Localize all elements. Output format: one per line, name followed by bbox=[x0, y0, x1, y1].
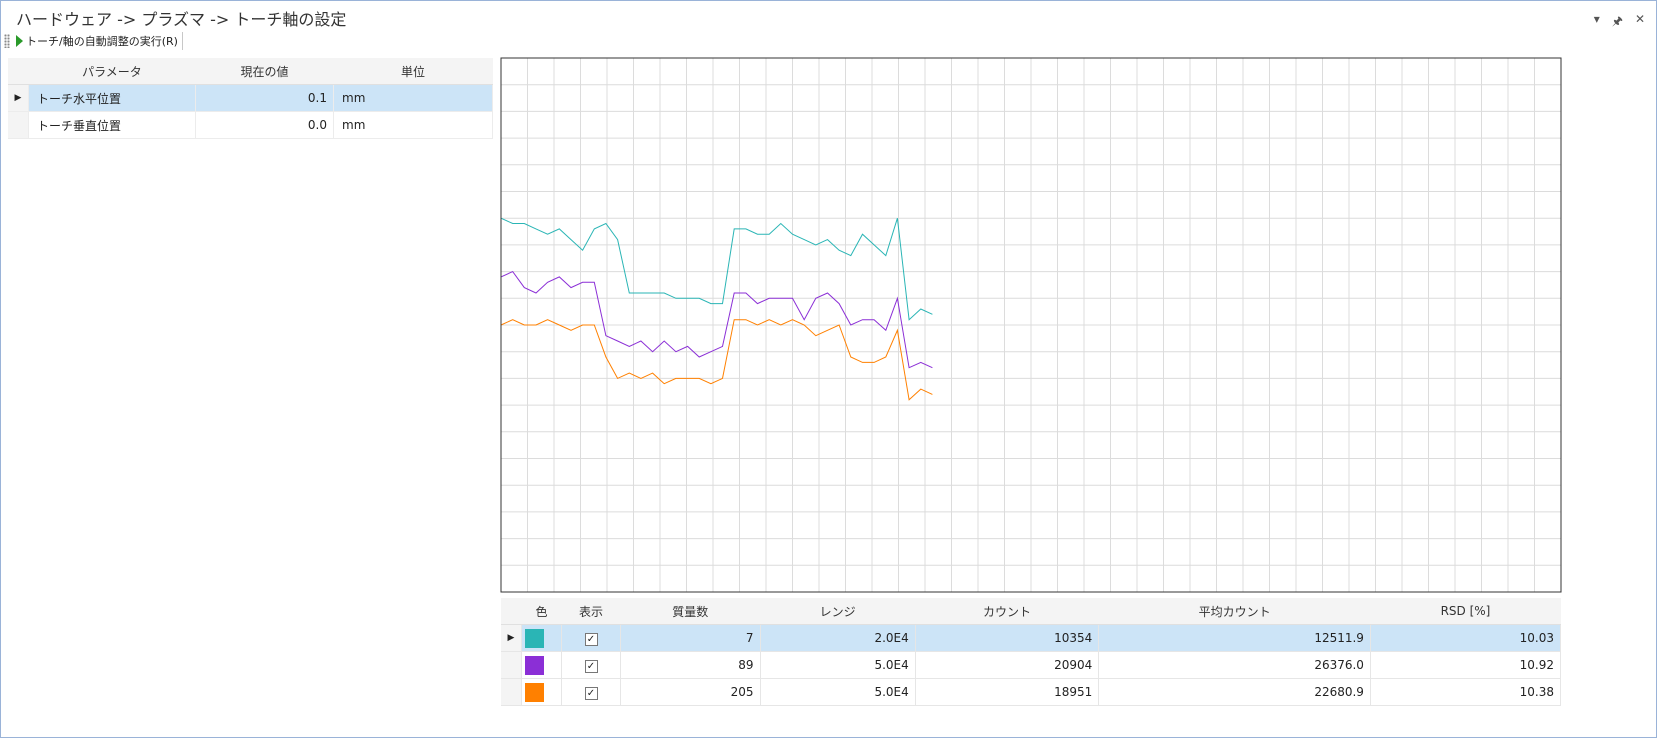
avg-count-value: 12511.9 bbox=[1098, 624, 1371, 652]
mass-table: 色 表示 質量数 レンジ カウント 平均カウント RSD [%] ▶ ✓ 7 2… bbox=[501, 598, 1562, 706]
row-indicator-cell bbox=[8, 111, 29, 139]
color-cell bbox=[521, 624, 562, 652]
parameter-grid: パラメータ 現在の値 単位 ▶ トーチ水平位置 0.1 mm トーチ垂直位置 0… bbox=[8, 58, 493, 139]
window-title: ハードウェア -> プラズマ -> トーチ軸の設定 bbox=[16, 10, 347, 29]
chart-grid bbox=[501, 58, 1561, 592]
rsd-header[interactable]: RSD [%] bbox=[1370, 598, 1561, 625]
show-header[interactable]: 表示 bbox=[561, 598, 621, 625]
rsd-value: 10.03 bbox=[1370, 624, 1562, 652]
range-value: 2.0E4 bbox=[760, 624, 916, 652]
auto-adjust-label: トーチ/軸の自動調整の実行(R) bbox=[26, 35, 178, 48]
show-checkbox[interactable]: ✓ bbox=[584, 659, 598, 673]
toolbar: トーチ/軸の自動調整の実行(R) bbox=[4, 31, 183, 51]
row-indicator-icon: ▶ bbox=[501, 624, 522, 652]
param-name: トーチ水平位置 bbox=[28, 84, 196, 112]
param-value[interactable]: 0.0 bbox=[195, 111, 334, 139]
series-line bbox=[500, 270, 933, 369]
color-cell bbox=[521, 651, 562, 679]
rsd-value: 10.38 bbox=[1370, 678, 1562, 706]
color-swatch[interactable] bbox=[525, 655, 544, 675]
param-name: トーチ垂直位置 bbox=[28, 111, 196, 139]
indicator-header bbox=[501, 598, 522, 625]
count-value: 10354 bbox=[915, 624, 1100, 652]
row-indicator-cell bbox=[501, 651, 522, 679]
show-checkbox[interactable]: ✓ bbox=[584, 632, 598, 646]
series-line bbox=[500, 217, 933, 321]
param-name-header[interactable]: パラメータ bbox=[28, 58, 196, 85]
color-swatch[interactable] bbox=[525, 628, 544, 648]
play-icon bbox=[16, 35, 23, 47]
show-cell: ✓ bbox=[561, 678, 621, 706]
count-value: 18951 bbox=[915, 678, 1100, 706]
count-header[interactable]: カウント bbox=[915, 598, 1099, 625]
mass-value: 89 bbox=[620, 651, 761, 679]
toolbar-grip-icon[interactable] bbox=[4, 34, 10, 48]
mass-row[interactable]: ▶ ✓ 7 2.0E4 10354 12511.9 10.03 bbox=[501, 624, 1562, 652]
color-header[interactable]: 色 bbox=[521, 598, 562, 625]
param-row[interactable]: トーチ垂直位置 0.0 mm bbox=[8, 111, 493, 139]
row-indicator-icon: ▶ bbox=[8, 84, 29, 112]
rsd-value: 10.92 bbox=[1370, 651, 1562, 679]
avg-count-header[interactable]: 平均カウント bbox=[1098, 598, 1371, 625]
param-row[interactable]: ▶ トーチ水平位置 0.1 mm bbox=[8, 84, 493, 112]
mass-row[interactable]: ✓ 205 5.0E4 18951 22680.9 10.38 bbox=[501, 678, 1562, 706]
count-value: 20904 bbox=[915, 651, 1100, 679]
color-cell bbox=[521, 678, 562, 706]
window-controls: ▾ 🖈 ✕ bbox=[1594, 12, 1645, 33]
param-value-header[interactable]: 現在の値 bbox=[195, 58, 334, 85]
range-header[interactable]: レンジ bbox=[760, 598, 916, 625]
row-indicator-cell bbox=[501, 678, 522, 706]
show-checkbox[interactable]: ✓ bbox=[584, 686, 598, 700]
range-value: 5.0E4 bbox=[760, 678, 916, 706]
color-swatch[interactable] bbox=[525, 682, 544, 702]
indicator-header bbox=[8, 58, 29, 85]
param-unit: mm bbox=[333, 84, 493, 112]
range-value: 5.0E4 bbox=[760, 651, 916, 679]
series-line bbox=[500, 319, 933, 401]
dropdown-icon[interactable]: ▾ bbox=[1594, 12, 1600, 33]
auto-adjust-button[interactable]: トーチ/軸の自動調整の実行(R) bbox=[14, 32, 183, 50]
param-value[interactable]: 0.1 bbox=[195, 84, 334, 112]
show-cell: ✓ bbox=[561, 624, 621, 652]
param-unit: mm bbox=[333, 111, 493, 139]
close-icon[interactable]: ✕ bbox=[1635, 12, 1645, 33]
show-cell: ✓ bbox=[561, 651, 621, 679]
mass-value: 205 bbox=[620, 678, 761, 706]
mass-row[interactable]: ✓ 89 5.0E4 20904 26376.0 10.92 bbox=[501, 651, 1562, 679]
mass-header[interactable]: 質量数 bbox=[620, 598, 760, 625]
pin-icon[interactable]: 🖈 bbox=[1612, 12, 1623, 33]
param-unit-header[interactable]: 単位 bbox=[333, 58, 493, 85]
avg-count-value: 26376.0 bbox=[1098, 651, 1371, 679]
signal-chart bbox=[500, 57, 1562, 593]
chart-series-group bbox=[500, 217, 933, 401]
mass-value: 7 bbox=[620, 624, 761, 652]
avg-count-value: 22680.9 bbox=[1098, 678, 1371, 706]
